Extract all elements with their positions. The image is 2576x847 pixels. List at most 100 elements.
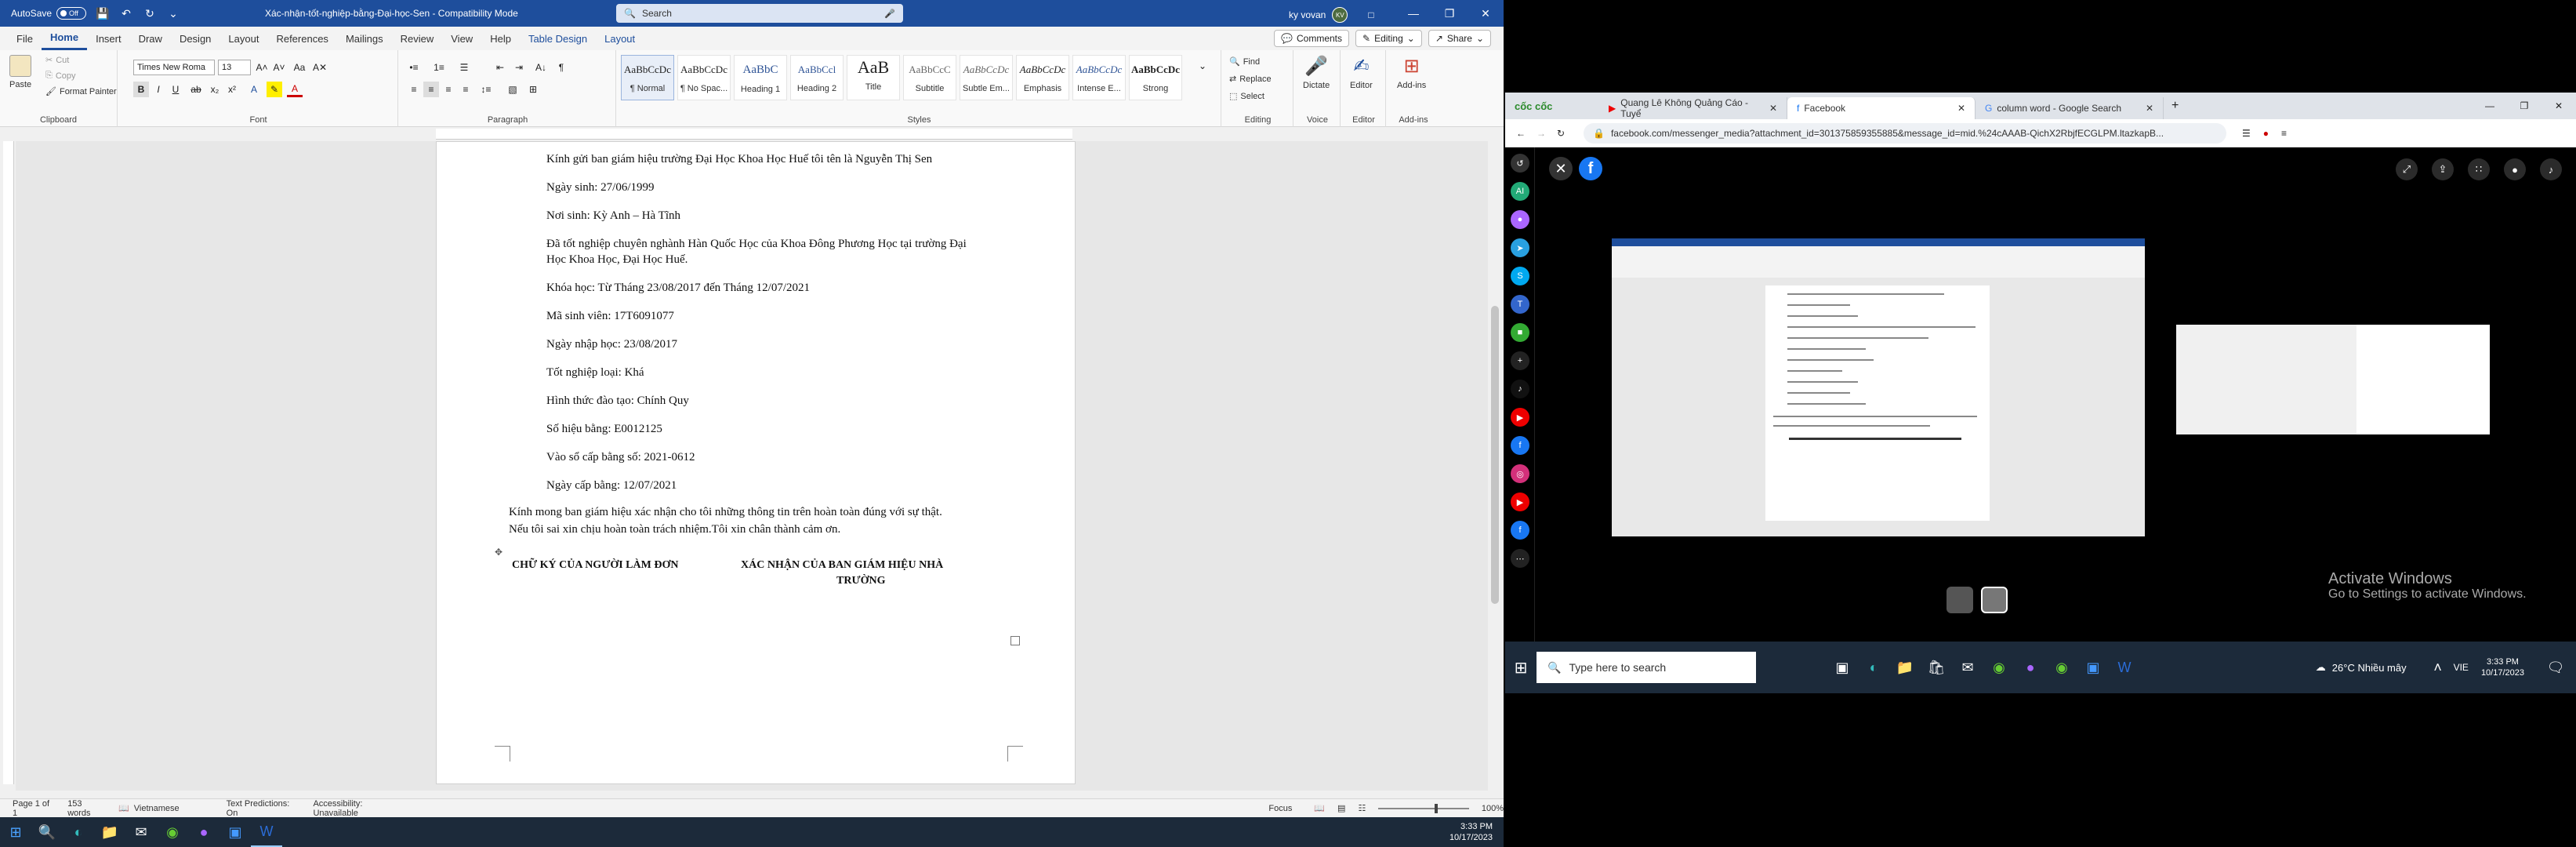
style-heading-1[interactable]: AaBbC Heading 1 (734, 55, 787, 100)
doc-line-course[interactable]: Khóa học: Từ Tháng 23/08/2017 đến Tháng … (546, 282, 810, 295)
close-icon[interactable]: ✕ (2542, 100, 2576, 111)
store-icon[interactable]: 🛍 (1921, 653, 1952, 682)
messenger-icon[interactable]: ● (2015, 653, 2046, 682)
redo-icon[interactable]: ↻ (143, 6, 157, 20)
sort-icon[interactable]: A↓ (533, 60, 549, 75)
coccoc-icon[interactable]: ◉ (157, 817, 188, 847)
task-view-icon[interactable]: ▣ (1827, 653, 1858, 682)
document-page[interactable]: Kính gửi ban giám hiệu trường Đại Học Kh… (436, 141, 1076, 784)
mail-icon[interactable]: ✉ (125, 817, 157, 847)
undo-icon[interactable]: ↶ (119, 6, 133, 20)
style-emphasis[interactable]: AaBbCcDc Emphasis (1016, 55, 1069, 100)
style-strong[interactable]: AaBbCcDc Strong (1129, 55, 1182, 100)
zalo-icon[interactable]: ▣ (2077, 653, 2109, 682)
taskbar-search[interactable]: 🔍 Type here to search (1537, 652, 1756, 683)
messenger-icon[interactable]: ● (2504, 158, 2526, 180)
avatar[interactable]: KV (1332, 7, 1348, 23)
windows-start-icon[interactable]: ⊞ (1505, 658, 1537, 678)
close-icon[interactable]: ✕ (1468, 0, 1504, 27)
zoom-slider[interactable] (1378, 803, 1469, 813)
tab-layout[interactable]: Layout (220, 27, 267, 50)
doc-line-training-form[interactable]: Hình thức đào tạo: Chính Quy (546, 394, 689, 408)
new-tab-icon[interactable]: + (2171, 99, 2179, 113)
save-icon[interactable]: 💾 (96, 6, 110, 20)
tiktok-icon[interactable]: ♪ (1511, 380, 1529, 398)
tab-table-design[interactable]: Table Design (520, 27, 596, 50)
horizontal-ruler[interactable] (436, 129, 1072, 140)
tray-chevron-icon[interactable]: ˄ (2422, 653, 2454, 682)
tab-help[interactable]: Help (481, 27, 520, 50)
back-icon[interactable]: ← (1516, 128, 1526, 139)
share-button[interactable]: ↗ Share ⌄ (1428, 30, 1491, 47)
doc-line-issue-date[interactable]: Ngày cấp bằng: 12/07/2021 (546, 479, 677, 493)
close-tab-icon[interactable]: ✕ (1769, 103, 1777, 114)
editor-button[interactable]: ✍ Editor (1350, 55, 1373, 90)
telegram-icon[interactable]: ➤ (1511, 238, 1529, 257)
strikethrough-icon[interactable]: ab (188, 82, 204, 97)
cut-button[interactable]: ✂ Cut (45, 55, 69, 66)
thumbnail-1[interactable] (1947, 587, 1973, 613)
grow-font-icon[interactable]: A˄ (254, 60, 270, 75)
justify-icon[interactable]: ≡ (458, 82, 473, 97)
language-indicator[interactable]: VIE (2454, 662, 2469, 673)
style-intense-emphasis[interactable]: AaBbCcDc Intense E... (1072, 55, 1126, 100)
table-resize-handle[interactable] (1010, 636, 1020, 645)
style-subtle-emphasis[interactable]: AaBbCcDc Subtle Em... (960, 55, 1013, 100)
tab-mailings[interactable]: Mailings (337, 27, 392, 50)
minimize-icon[interactable]: — (1395, 0, 1431, 27)
doc-line-diploma-number[interactable]: Số hiệu bằng: E0012125 (546, 423, 662, 436)
doc-line-classification[interactable]: Tốt nghiệp loại: Khá (546, 366, 644, 380)
zoom-level[interactable]: 100% (1482, 804, 1504, 813)
coccoc-icon[interactable]: ◉ (1983, 653, 2015, 682)
signature-right-heading[interactable]: XÁC NHẬN CỦA BAN GIÁM HIỆU NHÀ (741, 559, 943, 572)
word-search-box[interactable]: 🔍 Search 🎤 (616, 4, 903, 23)
coccoc-logo[interactable]: cốc cốc (1505, 100, 1599, 112)
close-tab-icon[interactable]: ✕ (1957, 103, 1965, 114)
style-normal[interactable]: AaBbCcDc ¶ Normal (621, 55, 674, 100)
zalo-icon[interactable]: ▣ (220, 817, 251, 847)
signature-left-heading[interactable]: CHỮ KÝ CỦA NGƯỜI LÀM ĐƠN (512, 559, 678, 572)
tab-review[interactable]: Review (392, 27, 443, 50)
word-icon[interactable]: W (251, 817, 282, 847)
taskbar-clock[interactable]: 3:33 PM 10/17/2023 (1449, 821, 1493, 843)
skype-icon[interactable]: S (1511, 267, 1529, 285)
tab-table-layout[interactable]: Layout (596, 27, 644, 50)
change-case-icon[interactable]: Aa (292, 60, 307, 75)
decrease-indent-icon[interactable]: ⇤ (492, 60, 508, 75)
style-subtitle[interactable]: AaBbCcC Subtitle (903, 55, 956, 100)
ribbon-display-icon[interactable]: □ (1368, 9, 1373, 20)
dictate-button[interactable]: 🎤 Dictate (1303, 55, 1330, 90)
tab-file[interactable]: File (8, 27, 42, 50)
forward-icon[interactable]: → (1537, 128, 1546, 139)
menu-icon[interactable]: ≡ (2281, 128, 2287, 139)
file-explorer-icon[interactable]: 📁 (1889, 653, 1921, 682)
copy-button[interactable]: ⎘ Copy (45, 71, 76, 81)
show-marks-icon[interactable]: ¶ (553, 60, 569, 75)
edge-icon[interactable]: ◐ (63, 817, 94, 847)
maximize-icon[interactable]: ❐ (2507, 100, 2542, 111)
numbering-icon[interactable]: 1≡ (431, 60, 447, 75)
tab-design[interactable]: Design (171, 27, 220, 50)
minimize-icon[interactable]: — (2473, 100, 2507, 111)
increase-indent-icon[interactable]: ⇥ (511, 60, 527, 75)
replace-button[interactable]: ⇄ Replace (1229, 74, 1272, 85)
mail-icon[interactable]: ✉ (1952, 653, 1983, 682)
paste-button[interactable]: Paste (9, 55, 31, 89)
bullets-icon[interactable]: •≡ (406, 60, 422, 75)
taskbar-clock[interactable]: 3:33 PM 10/17/2023 (2481, 656, 2524, 678)
windows-start-icon[interactable]: ⊞ (0, 817, 31, 847)
add-icon[interactable]: + (1511, 351, 1529, 370)
facebook-icon[interactable]: f (1511, 436, 1529, 455)
weather-widget[interactable]: ☁ 26°C Nhiều mây (2316, 661, 2407, 674)
autosave-toggle[interactable]: Off (56, 7, 87, 20)
font-size-box[interactable]: 13 (218, 60, 251, 75)
web-layout-icon[interactable]: ☷ (1358, 803, 1366, 813)
doc-line-salutation[interactable]: Kính gửi ban giám hiệu trường Đại Học Kh… (546, 153, 932, 166)
ai-icon[interactable]: AI (1511, 182, 1529, 201)
shrink-font-icon[interactable]: A˅ (271, 60, 287, 75)
vertical-scrollbar[interactable] (1488, 141, 1502, 791)
tab-view[interactable]: View (442, 27, 481, 50)
doc-closing-line-1[interactable]: Kính mong ban giám hiệu xác nhận cho tôi… (509, 506, 942, 519)
notifications-icon[interactable]: 🗨 (2540, 653, 2571, 682)
customize-qat-icon[interactable]: ⌄ (166, 6, 180, 20)
